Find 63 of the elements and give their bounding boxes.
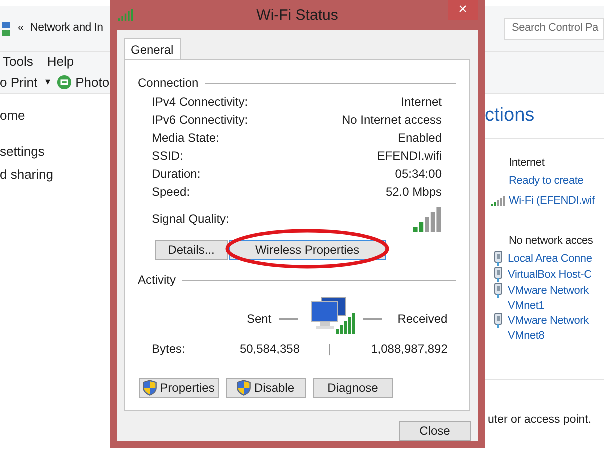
dialog-button[interactable]: Wireless Properties — [229, 240, 386, 260]
nav-link[interactable]: ome — [0, 106, 104, 124]
field-value: EFENDI.wifi — [377, 148, 442, 165]
field-value: 52.0 Mbps — [386, 184, 442, 201]
field-value: Enabled — [398, 130, 442, 147]
bytes-sent: 50,584,358 — [238, 341, 300, 358]
network-adapter-icon — [494, 251, 503, 267]
action-button[interactable]: Properties — [139, 378, 219, 398]
access-link[interactable]: Ready to create — [491, 173, 604, 191]
field-label: Media State: — [152, 130, 220, 147]
nav-link[interactable]: settings — [0, 142, 104, 160]
close-button[interactable]: × — [448, 0, 478, 20]
connection-link[interactable]: VMnet1 — [508, 298, 589, 313]
connection-link[interactable]: VMnet8 — [508, 328, 589, 343]
search-field[interactable]: Search Control Pa — [504, 18, 604, 40]
network-adapter-icon — [494, 267, 503, 283]
connection-link[interactable]: Wi-Fi (EFENDI.wif — [509, 192, 595, 210]
connection-link[interactable]: VirtualBox Host-C — [508, 267, 592, 282]
back-glyph[interactable]: « — [18, 20, 24, 37]
field-label: IPv6 Connectivity: — [152, 112, 248, 129]
action-button[interactable]: Diagnose — [313, 378, 393, 398]
menu-item[interactable]: Help — [47, 52, 74, 72]
window-title: Wi-Fi Status — [256, 6, 340, 26]
field-label: SSID: — [152, 148, 184, 165]
bytes-received: 1,088,987,892 — [371, 341, 448, 358]
action-button[interactable]: Disable — [226, 378, 306, 398]
signal-quality-icon — [413, 207, 442, 232]
shield-icon — [237, 380, 252, 396]
field-label: Bytes: — [152, 341, 186, 358]
field-value: No Internet access — [342, 112, 442, 129]
sent-label: Sent — [247, 311, 272, 328]
signal-icon — [118, 9, 134, 21]
field-label: Duration: — [152, 166, 201, 183]
connection-link[interactable]: Local Area Conne — [508, 251, 592, 266]
photo-button[interactable]: Photo — [76, 72, 110, 92]
tab[interactable]: General — [124, 38, 181, 60]
connection-link[interactable]: VMware Network — [508, 283, 589, 298]
signal-icon — [491, 196, 506, 206]
field-label: Speed: — [152, 184, 190, 201]
network-name: Internet — [508, 156, 546, 171]
network-adapter-icon — [494, 313, 503, 329]
computer-network-icon — [310, 296, 357, 336]
field-value: Internet — [401, 94, 442, 111]
field-value: 05:34:00 — [395, 166, 442, 183]
field-label: IPv4 Connectivity: — [152, 94, 248, 111]
connection-link[interactable]: VMware Network — [508, 313, 589, 328]
address-path[interactable]: Network and In — [30, 20, 104, 38]
menu-item[interactable]: Tools — [3, 52, 34, 72]
network-adapter-icon — [494, 283, 503, 299]
shield-icon — [143, 380, 158, 396]
close-dialog-button[interactable]: Close — [399, 421, 471, 441]
dialog-button[interactable]: Details... — [155, 240, 228, 260]
caret-icon[interactable]: ▾ — [46, 75, 51, 90]
print-button[interactable]: o Print — [0, 72, 38, 92]
separator: | — [328, 341, 332, 358]
help-text: uter or access point. — [488, 414, 592, 426]
group-title: Activity — [138, 272, 176, 289]
field-label: Signal Quality: — [152, 211, 230, 228]
section-heading: ctions — [485, 104, 535, 128]
nav-link[interactable]: d sharing — [0, 165, 104, 183]
network-name: No network acces — [508, 234, 594, 249]
received-label: Received — [398, 311, 448, 328]
group-title: Connection — [138, 75, 199, 92]
